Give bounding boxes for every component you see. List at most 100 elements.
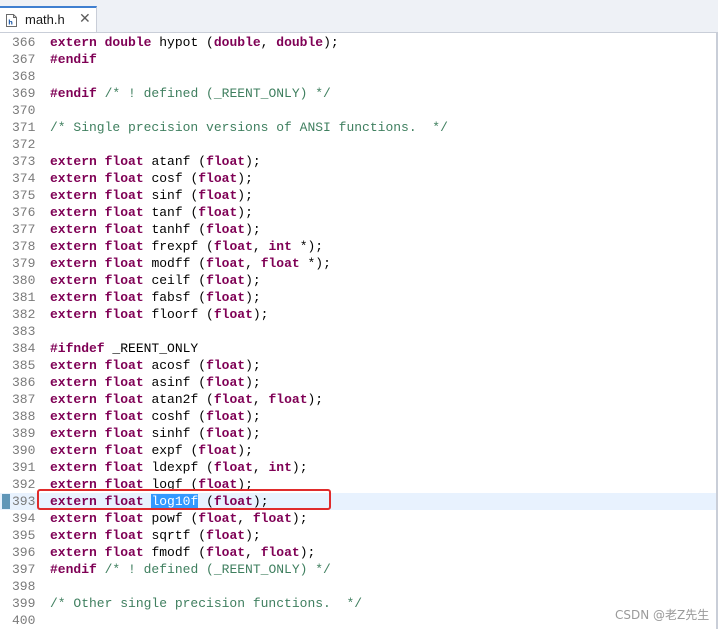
line-number: 367: [12, 52, 36, 67]
code-token: ,: [245, 545, 261, 560]
line-code[interactable]: extern float cosf (float);: [50, 170, 253, 187]
code-line[interactable]: 386 extern float asinf (float);: [0, 374, 718, 391]
code-line[interactable]: 385 extern float acosf (float);: [0, 357, 718, 374]
bookmark-marker[interactable]: [2, 494, 10, 509]
preprocessor-token: #ifndef: [50, 341, 105, 356]
line-code[interactable]: extern float atan2f (float, float);: [50, 391, 323, 408]
code-line[interactable]: 384 #ifndef _REENT_ONLY: [0, 340, 718, 357]
keyword-token: float: [213, 392, 253, 407]
line-code[interactable]: extern float sqrtf (float);: [50, 527, 261, 544]
line-code[interactable]: extern float tanhf (float);: [50, 221, 261, 238]
line-code[interactable]: extern float modff (float, float *);: [50, 255, 331, 272]
code-line[interactable]: 397 #endif /* ! defined (_REENT_ONLY) */: [0, 561, 718, 578]
tab-math-h[interactable]: h math.h ✕: [0, 6, 97, 32]
code-token: );: [237, 205, 253, 220]
line-code[interactable]: extern float ldexpf (float, int);: [50, 459, 308, 476]
line-code[interactable]: extern float sinhf (float);: [50, 425, 261, 442]
code-line[interactable]: 375 extern float sinf (float);: [0, 187, 718, 204]
code-line[interactable]: 390 extern float expf (float);: [0, 442, 718, 459]
keyword-token: float: [104, 256, 144, 271]
code-token: coshf (: [143, 409, 207, 424]
line-code[interactable]: extern float acosf (float);: [50, 357, 261, 374]
line-code[interactable]: extern float fmodf (float, float);: [50, 544, 315, 561]
code-line[interactable]: 374 extern float cosf (float);: [0, 170, 718, 187]
code-line[interactable]: 373 extern float atanf (float);: [0, 153, 718, 170]
line-code[interactable]: extern float atanf (float);: [50, 153, 261, 170]
code-line[interactable]: 382 extern float floorf (float);: [0, 306, 718, 323]
code-line[interactable]: 388 extern float coshf (float);: [0, 408, 718, 425]
line-code[interactable]: extern float sinf (float);: [50, 187, 253, 204]
keyword-token: float: [104, 528, 144, 543]
code-line[interactable]: 391 extern float ldexpf (float, int);: [0, 459, 718, 476]
line-code[interactable]: extern float ceilf (float);: [50, 272, 261, 289]
keyword-token: float: [104, 171, 144, 186]
line-code[interactable]: extern double hypot (double, double);: [50, 34, 339, 51]
line-code[interactable]: extern float powf (float, float);: [50, 510, 308, 527]
code-line[interactable]: 395 extern float sqrtf (float);: [0, 527, 718, 544]
keyword-token: extern: [50, 35, 97, 50]
line-code[interactable]: extern float tanf (float);: [50, 204, 253, 221]
line-number: 383: [12, 324, 36, 339]
line-number: 369: [12, 86, 36, 101]
code-line[interactable]: 368: [0, 68, 718, 85]
code-line[interactable]: 369 #endif /* ! defined (_REENT_ONLY) */: [0, 85, 718, 102]
close-icon[interactable]: ✕: [79, 10, 91, 27]
keyword-token: extern: [50, 222, 97, 237]
code-token: );: [291, 460, 308, 475]
keyword-token: double: [276, 35, 324, 50]
line-code[interactable]: #endif /* ! defined (_REENT_ONLY) */: [50, 561, 331, 578]
code-line[interactable]: 379 extern float modff (float, float *);: [0, 255, 718, 272]
code-line[interactable]: 367 #endif: [0, 51, 718, 68]
line-code[interactable]: extern float floorf (float);: [50, 306, 268, 323]
line-code[interactable]: /* Single precision versions of ANSI fun…: [50, 119, 448, 136]
code-line[interactable]: 366 extern double hypot (double, double);: [0, 34, 718, 51]
code-line[interactable]: 398: [0, 578, 718, 595]
code-token: powf (: [143, 511, 199, 526]
line-number: 374: [12, 171, 36, 186]
line-code[interactable]: extern float fabsf (float);: [50, 289, 261, 306]
code-token: ,: [245, 256, 261, 271]
keyword-token: float: [104, 358, 144, 373]
code-token: ,: [252, 239, 269, 254]
code-line[interactable]: 370: [0, 102, 718, 119]
svg-text:h: h: [8, 19, 13, 27]
code-line[interactable]: 389 extern float sinhf (float);: [0, 425, 718, 442]
line-number: 400: [12, 613, 36, 628]
code-line[interactable]: 372: [0, 136, 718, 153]
code-line[interactable]: 399 /* Other single precision functions. …: [0, 595, 718, 612]
keyword-token: float: [104, 511, 144, 526]
line-code[interactable]: /* Other single precision functions. */: [50, 595, 362, 612]
keyword-token: float: [206, 290, 246, 305]
code-line[interactable]: 381 extern float fabsf (float);: [0, 289, 718, 306]
code-line[interactable]: 377 extern float tanhf (float);: [0, 221, 718, 238]
code-line[interactable]: 378 extern float frexpf (float, int *);: [0, 238, 718, 255]
code-line[interactable]: 387 extern float atan2f (float, float);: [0, 391, 718, 408]
keyword-token: float: [104, 443, 144, 458]
code-line[interactable]: 383: [0, 323, 718, 340]
code-line[interactable]: 400: [0, 612, 718, 629]
line-number: 397: [12, 562, 36, 577]
code-line[interactable]: 376 extern float tanf (float);: [0, 204, 718, 221]
line-code[interactable]: #endif: [50, 51, 97, 68]
line-number: 390: [12, 443, 36, 458]
code-line[interactable]: 371 /* Single precision versions of ANSI …: [0, 119, 718, 136]
code-editor[interactable]: 366 extern double hypot (double, double);…: [0, 33, 718, 629]
code-line[interactable]: 380 extern float ceilf (float);: [0, 272, 718, 289]
line-number: 385: [12, 358, 36, 373]
code-token: acosf (: [143, 358, 207, 373]
keyword-token: float: [206, 273, 246, 288]
line-code[interactable]: extern float coshf (float);: [50, 408, 261, 425]
code-line[interactable]: 394 extern float powf (float, float);: [0, 510, 718, 527]
line-code[interactable]: #endif /* ! defined (_REENT_ONLY) */: [50, 85, 331, 102]
line-number: 370: [12, 103, 36, 118]
line-code[interactable]: extern float frexpf (float, int *);: [50, 238, 323, 255]
line-code[interactable]: #ifndef _REENT_ONLY: [50, 340, 198, 357]
code-line[interactable]: 396 extern float fmodf (float, float);: [0, 544, 718, 561]
line-code[interactable]: extern float expf (float);: [50, 442, 253, 459]
line-code[interactable]: extern float asinf (float);: [50, 374, 261, 391]
keyword-token: extern: [50, 409, 97, 424]
code-token: );: [307, 392, 324, 407]
